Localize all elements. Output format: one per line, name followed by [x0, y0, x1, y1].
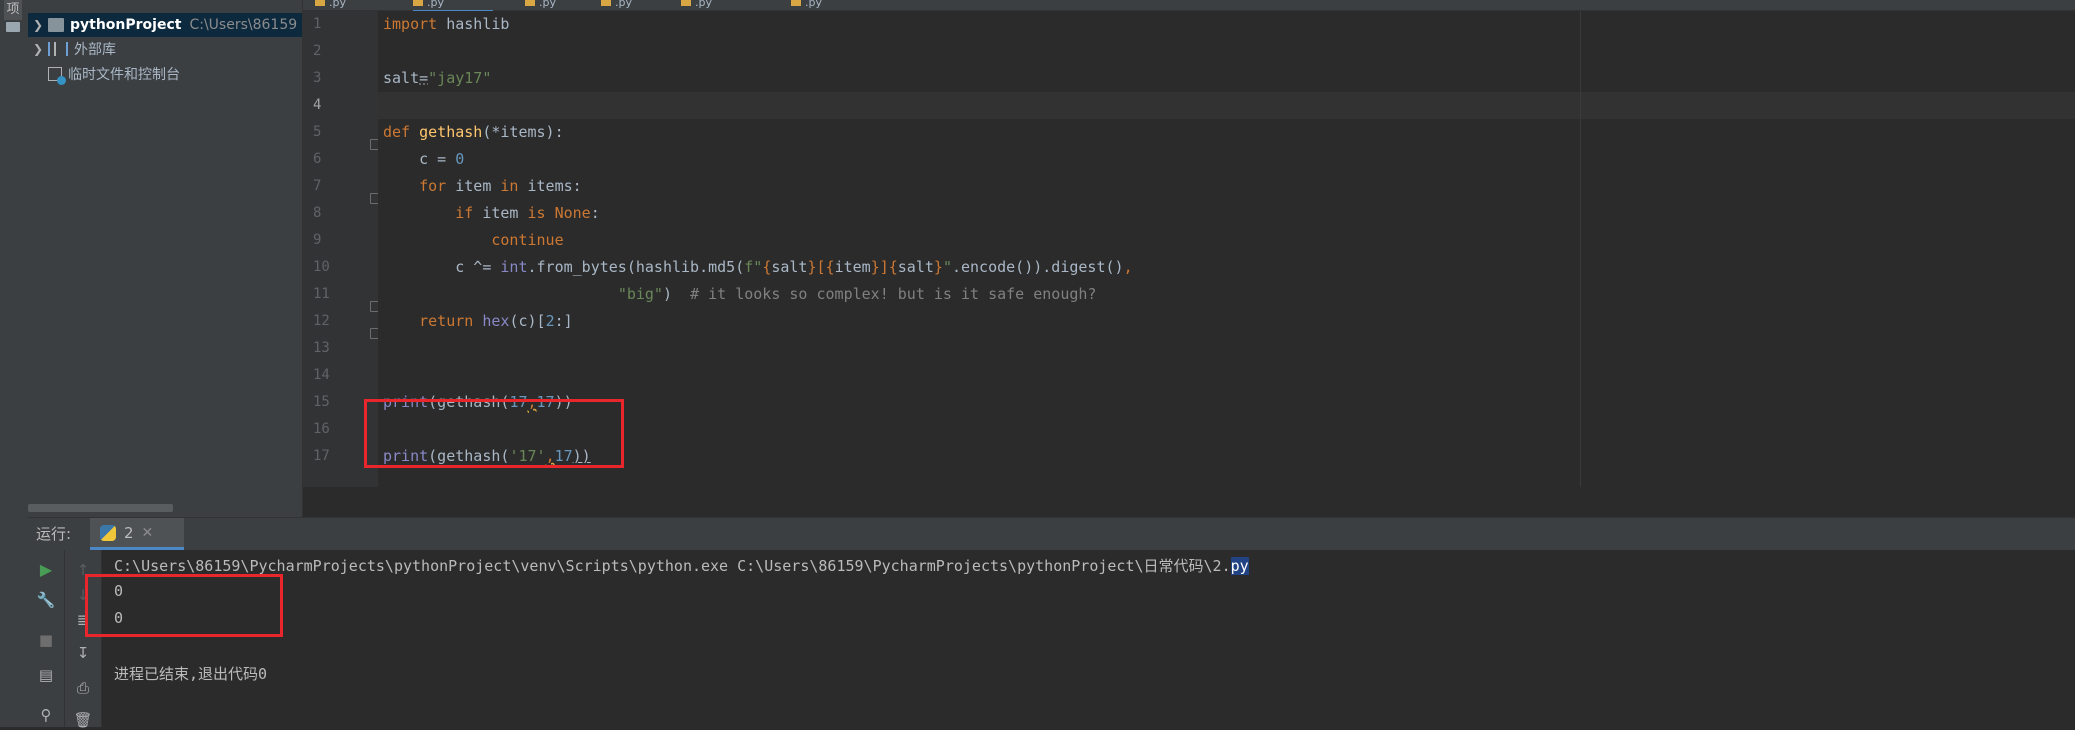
scroll-to-end-icon[interactable]: ↧ [73, 643, 93, 663]
line-number: 14 [313, 367, 330, 383]
chevron-right-icon[interactable]: ❯ [28, 42, 48, 56]
run-toolbar-primary: ▶ 🔧 ■ ▤ ⚲ [28, 550, 65, 727]
line-number: 7 [313, 178, 322, 194]
editor-tab[interactable]: .py [525, 0, 556, 10]
run-label: 运行: [36, 525, 72, 543]
console-exit-message: 进程已结束,退出代码0 [114, 665, 268, 683]
editor-tab[interactable]: .py [315, 0, 346, 10]
code-line-7: for item in items: [419, 177, 582, 195]
scratch-console-icon [48, 67, 66, 85]
line-number: 3 [313, 70, 322, 86]
line-number: 10 [313, 259, 330, 275]
code-line-1: import hashlib [383, 15, 510, 33]
python-file-icon [791, 0, 801, 6]
line-number: 2 [313, 43, 322, 59]
line-number: 11 [313, 286, 330, 302]
project-root-name: pythonProject [70, 17, 182, 33]
tree-item-label: 外部库 [74, 42, 116, 58]
project-panel-header [28, 0, 302, 8]
console-command-line: C:\Users\86159\PycharmProjects\pythonPro… [114, 557, 1249, 575]
project-tool-window-button[interactable]: 项 [4, 0, 22, 20]
project-panel: ❯ pythonProject C:\Users\86159 ❯ 外部库 临时文… [28, 0, 303, 517]
editor-tab-strip: .py .py .py .py .py .py [303, 0, 2075, 13]
line-number: 5 [313, 124, 322, 140]
tree-item-external-libraries[interactable]: ❯ 外部库 [28, 37, 116, 61]
python-file-icon [413, 0, 423, 6]
tree-item-project-root[interactable]: ❯ pythonProject C:\Users\86159 [28, 13, 302, 37]
code-line-8: if item is None: [455, 204, 600, 222]
text-cursor: py [1230, 557, 1249, 575]
editor-tab[interactable]: .py [601, 0, 632, 10]
folder-icon [48, 18, 64, 32]
editor-tab[interactable]: .py [791, 0, 822, 10]
code-line-5: def gethash(*items): [383, 123, 564, 141]
project-root-path: C:\Users\86159 [189, 17, 298, 33]
line-number: 1 [313, 16, 322, 32]
delete-icon[interactable]: 🗑 [73, 710, 93, 730]
library-icon [48, 42, 68, 56]
code-line-6: c = 0 [383, 150, 465, 168]
tree-item-label: 临时文件和控制台 [68, 67, 180, 83]
red-highlight-box [85, 574, 283, 637]
line-number: 8 [313, 205, 322, 221]
line-number: 15 [313, 394, 330, 410]
horizontal-scrollbar[interactable] [28, 504, 173, 512]
red-highlight-box [364, 399, 624, 468]
python-file-icon [315, 0, 325, 6]
python-icon [100, 524, 116, 541]
run-tab-label: 2 [124, 523, 134, 542]
code-line-9: continue [491, 231, 564, 249]
run-tab[interactable]: 2 ✕ [90, 518, 184, 550]
line-number: 12 [313, 313, 330, 329]
right-margin-guide [1580, 11, 1581, 487]
current-line-highlight [378, 92, 2075, 119]
print-icon[interactable]: ⎙ [73, 678, 93, 698]
rerun-icon[interactable]: ▶ [36, 560, 56, 580]
line-number: 13 [313, 340, 330, 356]
run-console[interactable]: C:\Users\86159\PycharmProjects\pythonPro… [85, 550, 2075, 727]
folder-icon[interactable] [6, 22, 20, 32]
code-line-11: "big") # it looks so complex! but is it … [617, 285, 1097, 303]
editor-tab[interactable]: .py [681, 0, 712, 10]
line-number: 16 [313, 421, 330, 437]
pin-icon[interactable]: ⚲ [36, 705, 56, 725]
code-line-10: c ^= int.from_bytes(hashlib.md5(f"{salt}… [455, 258, 1133, 276]
line-number-current: 4 [313, 97, 322, 113]
chevron-right-icon[interactable]: ❯ [28, 18, 48, 32]
python-file-icon [601, 0, 611, 6]
python-file-icon [681, 0, 691, 6]
run-tool-window-header: 运行: 2 ✕ [28, 517, 2075, 551]
stop-icon[interactable]: ■ [36, 630, 56, 650]
line-number: 9 [313, 232, 322, 248]
layout-icon[interactable]: ▤ [36, 665, 56, 685]
code-editor[interactable]: import hashlib salt="jay17" def gethash(… [364, 11, 2075, 487]
code-line-12: return hex(c)[2:] [419, 312, 573, 330]
python-file-icon [525, 0, 535, 6]
line-number: 6 [313, 151, 322, 167]
tree-item-scratches[interactable]: 临时文件和控制台 [28, 62, 180, 86]
left-tool-strip: 项 [0, 0, 29, 727]
code-line-3: salt="jay17" [383, 69, 492, 87]
wrench-icon[interactable]: 🔧 [36, 590, 56, 610]
line-number: 17 [313, 448, 330, 464]
close-icon[interactable]: ✕ [142, 525, 154, 541]
